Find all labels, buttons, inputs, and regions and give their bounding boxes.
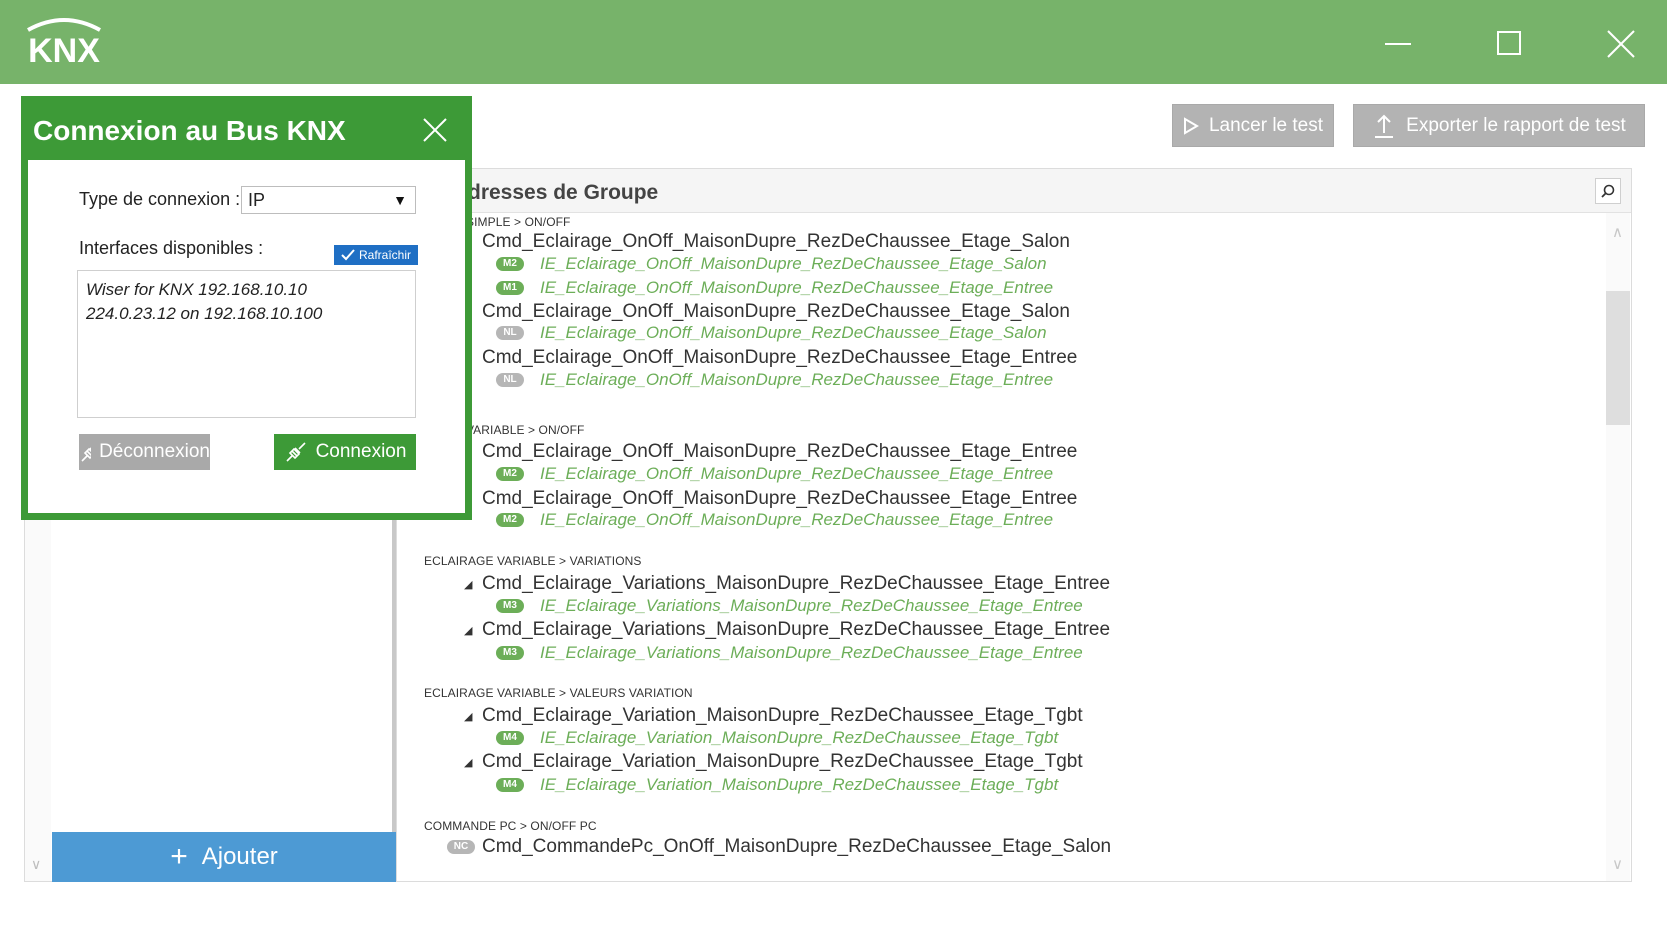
category-header: ECLAIRAGE VARIABLE > VARIATIONS: [424, 554, 642, 568]
status-badge: NC: [447, 840, 475, 854]
disconnect-label: Déconnexion: [99, 441, 210, 462]
group-address-item[interactable]: Cmd_Eclairage_Variations_MaisonDupre_Rez…: [482, 573, 1110, 595]
svg-text:KNX: KNX: [28, 32, 100, 66]
knx-logo: KNX: [14, 16, 114, 71]
group-address-item[interactable]: Cmd_Eclairage_OnOff_MaisonDupre_RezDeCha…: [482, 488, 1077, 510]
status-badge: NL: [496, 373, 524, 387]
run-test-label: Lancer le test: [1208, 114, 1324, 136]
interfaces-list[interactable]: Wiser for KNX 192.168.10.10 224.0.23.12 …: [77, 270, 416, 418]
object-item[interactable]: IE_Eclairage_OnOff_MaisonDupre_RezDeChau…: [540, 370, 1053, 390]
vertical-scrollbar[interactable]: ∧ ∨: [1606, 213, 1630, 881]
status-badge: M2: [496, 467, 524, 481]
upload-icon: [1375, 114, 1394, 138]
object-item[interactable]: IE_Eclairage_OnOff_MaisonDupre_RezDeChau…: [540, 323, 1047, 343]
minimize-button[interactable]: [1375, 22, 1419, 66]
object-item[interactable]: IE_Eclairage_OnOff_MaisonDupre_RezDeChau…: [540, 254, 1047, 274]
interface-item[interactable]: Wiser for KNX 192.168.10.10: [86, 278, 407, 302]
collapse-arrow-icon[interactable]: ◢: [464, 710, 472, 723]
status-badge: M4: [496, 778, 524, 792]
plug-icon: [81, 447, 92, 462]
group-address-item[interactable]: Cmd_Eclairage_Variation_MaisonDupre_RezD…: [482, 751, 1083, 773]
chevron-down-icon: ▼: [393, 192, 407, 208]
object-item[interactable]: IE_Eclairage_OnOff_MaisonDupre_RezDeChau…: [540, 278, 1053, 298]
scroll-thumb[interactable]: [1606, 291, 1630, 425]
group-address-item[interactable]: Cmd_Eclairage_OnOff_MaisonDupre_RezDeCha…: [482, 441, 1077, 463]
object-item[interactable]: IE_Eclairage_Variation_MaisonDupre_RezDe…: [540, 775, 1058, 795]
add-label: Ajouter: [201, 843, 278, 870]
plus-icon: +: [170, 840, 188, 873]
connection-type-label: Type de connexion :: [79, 189, 241, 209]
status-badge: M4: [496, 731, 524, 745]
scroll-down-icon[interactable]: ∨: [31, 856, 41, 873]
play-icon: [1183, 116, 1199, 135]
run-test-button[interactable]: Lancer le test: [1172, 104, 1334, 147]
dialog-body: Type de connexion : IP ▼ Interfaces disp…: [28, 160, 465, 513]
category-header: COMMANDE PC > ON/OFF PC: [424, 819, 597, 833]
refresh-label: Rafraîchir: [358, 248, 411, 262]
dialog-title: Connexion au Bus KNX: [33, 115, 346, 146]
collapse-arrow-icon[interactable]: ◢: [464, 624, 472, 637]
dialog-close-button[interactable]: [420, 115, 450, 145]
object-item[interactable]: IE_Eclairage_Variations_MaisonDupre_RezD…: [540, 643, 1083, 663]
connection-dialog: Connexion au Bus KNX Type de connexion :…: [21, 96, 472, 520]
group-address-item[interactable]: Cmd_CommandePc_OnOff_MaisonDupre_RezDeCh…: [482, 836, 1111, 858]
connection-type-value: IP: [248, 190, 266, 210]
maximize-button[interactable]: [1487, 22, 1531, 66]
collapse-arrow-icon[interactable]: ◢: [464, 756, 472, 769]
group-address-item[interactable]: Cmd_Eclairage_OnOff_MaisonDupre_RezDeCha…: [482, 301, 1070, 323]
search-button[interactable]: [1595, 178, 1621, 204]
group-address-item[interactable]: Cmd_Eclairage_OnOff_MaisonDupre_RezDeCha…: [482, 347, 1077, 369]
scroll-down-icon[interactable]: ∨: [1612, 855, 1623, 873]
group-address-item[interactable]: Cmd_Eclairage_Variations_MaisonDupre_Rez…: [482, 619, 1110, 641]
plug-icon: [286, 442, 306, 462]
close-window-button[interactable]: [1598, 22, 1642, 66]
panel-header: dresses de Groupe: [397, 169, 1631, 213]
title-bar: KNX: [0, 0, 1667, 84]
export-report-button[interactable]: Exporter le rapport de test: [1353, 104, 1645, 147]
status-badge: M2: [496, 257, 524, 271]
connect-label: Connexion: [315, 441, 407, 462]
category-header: ECLAIRAGE VARIABLE > VALEURS VARIATION: [424, 686, 693, 700]
object-item[interactable]: IE_Eclairage_OnOff_MaisonDupre_RezDeChau…: [540, 510, 1053, 530]
close-icon: [423, 118, 447, 142]
panel-title: dresses de Groupe: [468, 181, 659, 204]
object-item[interactable]: IE_Eclairage_Variation_MaisonDupre_RezDe…: [540, 728, 1058, 748]
object-item[interactable]: IE_Eclairage_Variations_MaisonDupre_RezD…: [540, 596, 1083, 616]
disconnect-button[interactable]: Déconnexion: [79, 434, 210, 470]
collapse-arrow-icon[interactable]: ◢: [464, 578, 472, 591]
check-icon: [341, 249, 355, 261]
status-badge: M3: [496, 599, 524, 613]
status-badge: M2: [496, 513, 524, 527]
scroll-up-icon[interactable]: ∧: [1612, 223, 1623, 241]
interface-item[interactable]: 224.0.23.12 on 192.168.10.100: [86, 302, 407, 326]
status-badge: M3: [496, 646, 524, 660]
add-button[interactable]: + Ajouter: [52, 832, 396, 882]
status-badge: NL: [496, 326, 524, 340]
search-icon: [1601, 184, 1615, 198]
status-badge: M1: [496, 281, 524, 295]
connection-type-select[interactable]: IP ▼: [241, 186, 416, 214]
group-addresses-panel: dresses de Groupe GE SIMPLE > ON/OFF Cmd…: [397, 168, 1632, 882]
group-address-item[interactable]: Cmd_Eclairage_Variation_MaisonDupre_RezD…: [482, 705, 1083, 727]
export-label: Exporter le rapport de test: [1406, 114, 1626, 136]
connect-button[interactable]: Connexion: [274, 434, 416, 470]
object-item[interactable]: IE_Eclairage_OnOff_MaisonDupre_RezDeChau…: [540, 464, 1053, 484]
refresh-button[interactable]: Rafraîchir: [334, 245, 418, 265]
group-address-item[interactable]: Cmd_Eclairage_OnOff_MaisonDupre_RezDeCha…: [482, 231, 1070, 253]
interfaces-label: Interfaces disponibles :: [79, 238, 264, 258]
